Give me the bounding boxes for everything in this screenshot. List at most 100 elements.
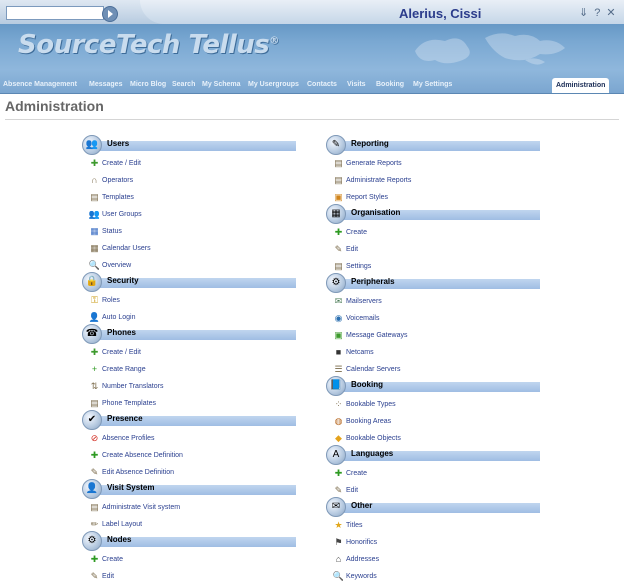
nav-my-settings[interactable]: My Settings: [413, 81, 452, 88]
nav-contacts[interactable]: Contacts: [307, 81, 337, 88]
link-label[interactable]: Edit: [102, 573, 114, 580]
person-add-icon: ✚: [90, 347, 99, 357]
link-label[interactable]: Keywords: [346, 573, 377, 580]
link-users-create-edit[interactable]: ✚ Create / Edit: [82, 155, 151, 172]
honorific-icon: ⚑: [334, 537, 343, 547]
link-label[interactable]: Operators: [102, 177, 133, 184]
link-label[interactable]: Overview: [102, 262, 131, 269]
link-label[interactable]: Addresses: [346, 556, 379, 563]
link-label[interactable]: Bookable Objects: [346, 435, 401, 442]
link-label[interactable]: Edit: [346, 487, 358, 494]
auto-login-icon: 👤: [88, 312, 101, 322]
link-reporting-generate-reports[interactable]: ▤ Generate Reports: [326, 155, 411, 172]
search-go-icon[interactable]: [102, 6, 118, 22]
link-label[interactable]: Voicemails: [346, 315, 379, 322]
link-label[interactable]: Create / Edit: [102, 160, 141, 167]
section-presence: ✔ Presence ⊘ Absence Profiles ✚ Create Absenc…: [82, 410, 296, 481]
link-label[interactable]: Phone Templates: [102, 400, 156, 407]
link-label[interactable]: Roles: [102, 297, 120, 304]
section-links: ✉ Mailservers ◉ Voicemails ▣ Message Gateways…: [326, 293, 407, 378]
link-phones-create-edit[interactable]: ✚ Create / Edit: [82, 344, 163, 361]
link-label[interactable]: Booking Areas: [346, 418, 391, 425]
search-input[interactable]: [6, 6, 104, 20]
link-label[interactable]: Titles: [346, 522, 362, 529]
link-label[interactable]: User Groups: [102, 211, 142, 218]
plus-icon: ✚: [90, 554, 99, 564]
link-label[interactable]: Absence Profiles: [102, 435, 155, 442]
nav-my-schema[interactable]: My Schema: [202, 81, 241, 88]
link-label[interactable]: Create Range: [102, 366, 146, 373]
link-visit-system-administrate-visit-system[interactable]: ▤ Administrate Visit system: [82, 499, 180, 516]
link-other-titles[interactable]: ★ Titles: [326, 517, 379, 534]
link-users-templates[interactable]: ▤ Templates: [82, 189, 151, 206]
section-links: ⁘ Bookable Types ◍ Booking Areas ◆ Bookable O…: [326, 396, 401, 447]
link-presence-create-absence-definition[interactable]: ✚ Create Absence Definition: [82, 447, 183, 464]
link-label[interactable]: Mailservers: [346, 298, 382, 305]
link-peripherals-netcams[interactable]: ■ Netcams: [326, 344, 407, 361]
link-label[interactable]: Report Styles: [346, 194, 388, 201]
link-label[interactable]: Status: [102, 228, 122, 235]
link-label[interactable]: Generate Reports: [346, 160, 402, 167]
link-users-calendar-users[interactable]: ▦ Calendar Users: [82, 240, 151, 257]
section-header: 📘 Booking: [326, 376, 540, 396]
nav-booking[interactable]: Booking: [376, 81, 404, 88]
voicemail-icon: ◉: [334, 313, 343, 323]
link-phones-number-translators[interactable]: ⇅ Number Translators: [82, 378, 164, 395]
link-label[interactable]: Create: [102, 556, 123, 563]
link-label[interactable]: Honorifics: [346, 539, 377, 546]
link-label[interactable]: Message Gateways: [346, 332, 407, 339]
link-presence-edit-absence-definition[interactable]: ✎ Edit Absence Definition: [82, 464, 183, 481]
user-name[interactable]: Alerius, Cissi: [399, 6, 481, 21]
link-organisation-edit[interactable]: ✎ Edit: [326, 241, 371, 258]
link-nodes-edit[interactable]: ✎ Edit: [82, 568, 123, 585]
link-label[interactable]: Label Layout: [102, 521, 142, 528]
link-presence-absence-profiles[interactable]: ⊘ Absence Profiles: [82, 430, 183, 447]
link-security-roles[interactable]: ⚿ Roles: [82, 292, 135, 309]
section-links: ▤ Administrate Visit system ✏ Label Layout: [82, 499, 180, 533]
link-label[interactable]: Templates: [102, 194, 134, 201]
link-label[interactable]: Administrate Reports: [346, 177, 411, 184]
link-other-keywords[interactable]: 🔍 Keywords: [326, 568, 379, 585]
link-booking-bookable-types[interactable]: ⁘ Bookable Types: [326, 396, 401, 413]
link-label[interactable]: Calendar Users: [102, 245, 151, 252]
link-label[interactable]: Edit Absence Definition: [102, 469, 174, 476]
link-peripherals-message-gateways[interactable]: ▣ Message Gateways: [326, 327, 407, 344]
link-nodes-create[interactable]: ✚ Create: [82, 551, 123, 568]
link-reporting-administrate-reports[interactable]: ▤ Administrate Reports: [326, 172, 411, 189]
link-other-addresses[interactable]: ⌂ Addresses: [326, 551, 379, 568]
nav-absence-management[interactable]: Absence Management: [3, 81, 77, 88]
link-label[interactable]: Administrate Visit system: [102, 504, 180, 511]
link-label[interactable]: Calendar Servers: [346, 366, 400, 373]
link-label[interactable]: Create Absence Definition: [102, 452, 183, 459]
window-controls[interactable]: ⇓?✕: [579, 6, 622, 19]
link-label[interactable]: Bookable Types: [346, 401, 396, 408]
link-users-status[interactable]: ▦ Status: [82, 223, 151, 240]
nav-messages[interactable]: Messages: [89, 81, 122, 88]
section-title: Visit System: [107, 483, 155, 492]
nav-search[interactable]: Search: [172, 81, 195, 88]
link-phones-create-range[interactable]: + Create Range: [82, 361, 163, 378]
nav-my-usergroups[interactable]: My Usergroups: [248, 81, 299, 88]
link-label[interactable]: Auto Login: [102, 314, 135, 321]
link-label[interactable]: Number Translators: [102, 383, 163, 390]
link-label[interactable]: Create: [346, 470, 367, 477]
link-label[interactable]: Netcams: [346, 349, 374, 356]
link-other-honorifics[interactable]: ⚑ Honorifics: [326, 534, 379, 551]
link-languages-create[interactable]: ✚ Create: [326, 465, 367, 482]
link-peripherals-voicemails[interactable]: ◉ Voicemails: [326, 310, 407, 327]
nav-visits[interactable]: Visits: [347, 81, 366, 88]
link-users-operators[interactable]: ∩ Operators: [82, 172, 151, 189]
nav-micro-blog[interactable]: Micro Blog: [130, 81, 166, 88]
link-peripherals-mailservers[interactable]: ✉ Mailservers: [326, 293, 407, 310]
link-organisation-create[interactable]: ✚ Create: [326, 224, 371, 241]
link-booking-booking-areas[interactable]: ◍ Booking Areas: [326, 413, 401, 430]
link-users-user-groups[interactable]: 👥 User Groups: [82, 206, 151, 223]
link-visit-system-label-layout[interactable]: ✏ Label Layout: [82, 516, 180, 533]
page-title: Administration: [5, 98, 104, 114]
nav-administration[interactable]: Administration: [552, 78, 610, 93]
link-label[interactable]: Edit: [346, 246, 358, 253]
link-label[interactable]: Settings: [346, 263, 371, 270]
section-links: ✚ Create ✎ Edit: [326, 465, 367, 499]
link-label[interactable]: Create: [346, 229, 367, 236]
link-label[interactable]: Create / Edit: [102, 349, 141, 356]
